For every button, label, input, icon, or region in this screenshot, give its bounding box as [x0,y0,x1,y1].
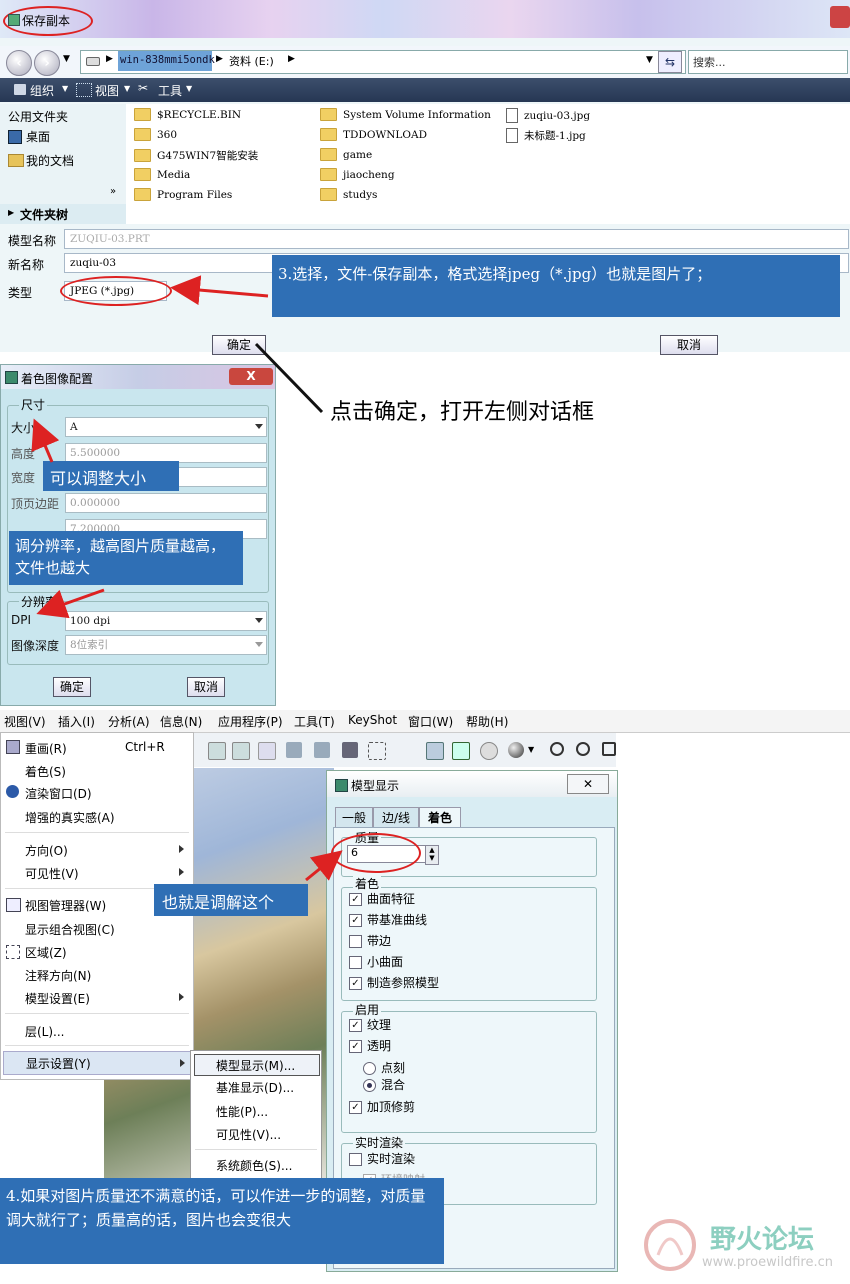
arrow-resolution [36,588,105,619]
arrow-quality [305,850,343,882]
annotation-arrows [31,275,343,882]
arrow-type-to-note [170,275,269,306]
arrow-resize [31,418,60,463]
arrow-ok-to-dialog [254,342,324,414]
